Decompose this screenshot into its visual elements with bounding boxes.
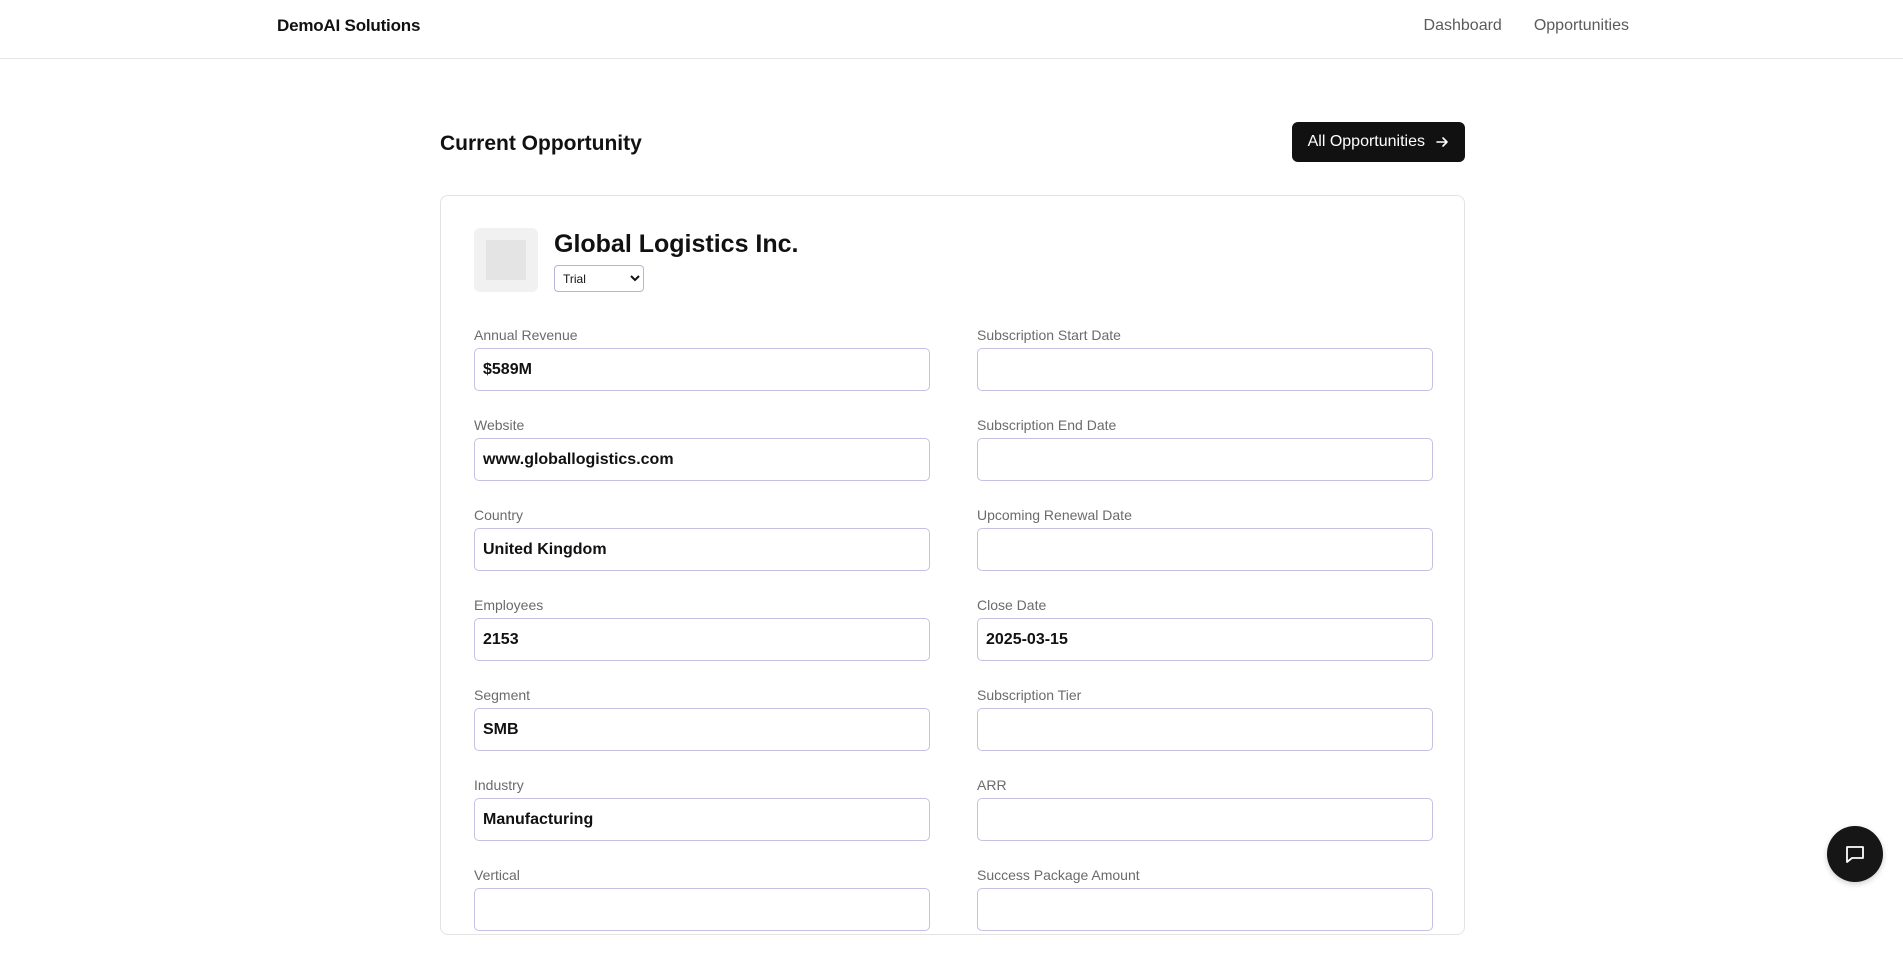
field-label: Subscription Start Date <box>977 327 1121 343</box>
field-label: Industry <box>474 777 524 793</box>
right-fields-column: Subscription Start Date Subscription End … <box>977 326 1433 956</box>
upcoming-renewal-date-input[interactable] <box>977 528 1433 571</box>
field-subscription-end-date: Subscription End Date <box>977 416 1433 506</box>
company-logo-placeholder <box>474 228 538 292</box>
field-label: Vertical <box>474 867 520 883</box>
field-label: Success Package Amount <box>977 867 1140 883</box>
field-success-package-amount: Success Package Amount <box>977 866 1433 956</box>
field-label: Website <box>474 417 525 433</box>
field-label: Upcoming Renewal Date <box>977 507 1132 523</box>
subscription-tier-input[interactable] <box>977 708 1433 751</box>
field-label: Subscription End Date <box>977 417 1117 433</box>
field-subscription-start-date: Subscription Start Date <box>977 326 1433 416</box>
subscription-start-date-input[interactable] <box>977 348 1433 391</box>
page-header: Current Opportunity All Opportunities <box>440 122 1465 164</box>
nav-opportunities[interactable]: Opportunities <box>1534 17 1629 35</box>
annual-revenue-input[interactable] <box>474 348 930 391</box>
brand-logo-text[interactable]: DemoAI Solutions <box>277 16 420 36</box>
all-opportunities-label: All Opportunities <box>1307 133 1425 150</box>
field-label: Close Date <box>977 597 1047 613</box>
close-date-input[interactable] <box>977 618 1433 661</box>
field-label: Annual Revenue <box>474 327 578 343</box>
field-arr: ARR <box>977 776 1433 866</box>
page-title: Current Opportunity <box>440 132 642 155</box>
field-label: Subscription Tier <box>977 687 1082 703</box>
segment-input[interactable] <box>474 708 930 751</box>
field-vertical: Vertical <box>474 866 930 956</box>
subscription-end-date-input[interactable] <box>977 438 1433 481</box>
field-label: Employees <box>474 597 544 613</box>
left-fields-column: Annual Revenue Website Country Employees Seg… <box>474 326 930 956</box>
chat-bubble-icon <box>1846 846 1864 863</box>
field-close-date: Close Date <box>977 596 1433 686</box>
company-name: Global Logistics Inc. <box>554 230 799 258</box>
field-subscription-tier: Subscription Tier <box>977 686 1433 776</box>
field-website: Website <box>474 416 930 506</box>
field-upcoming-renewal-date: Upcoming Renewal Date <box>977 506 1433 596</box>
chat-button[interactable] <box>1827 826 1883 882</box>
field-segment: Segment <box>474 686 930 776</box>
arr-input[interactable] <box>977 798 1433 841</box>
top-navbar: DemoAI Solutions Dashboard Opportunities <box>0 0 1903 59</box>
main-nav: Dashboard Opportunities <box>1424 17 1629 35</box>
status-select[interactable]: Trial <box>554 265 644 292</box>
country-input[interactable] <box>474 528 930 571</box>
website-input[interactable] <box>474 438 930 481</box>
field-label: Country <box>474 507 524 523</box>
arrow-right-icon <box>1436 137 1448 147</box>
field-annual-revenue: Annual Revenue <box>474 326 930 416</box>
vertical-input[interactable] <box>474 888 930 931</box>
all-opportunities-button[interactable]: All Opportunities <box>1291 122 1465 162</box>
field-label: Segment <box>474 687 531 703</box>
field-employees: Employees <box>474 596 930 686</box>
field-label: ARR <box>977 777 1007 793</box>
employees-input[interactable] <box>474 618 930 661</box>
field-industry: Industry <box>474 776 930 866</box>
nav-dashboard[interactable]: Dashboard <box>1424 17 1502 35</box>
field-country: Country <box>474 506 930 596</box>
logo-image-placeholder <box>486 240 526 280</box>
opportunity-card: Global Logistics Inc. Trial Annual Reven… <box>440 195 1465 935</box>
industry-input[interactable] <box>474 798 930 841</box>
success-package-amount-input[interactable] <box>977 888 1433 931</box>
